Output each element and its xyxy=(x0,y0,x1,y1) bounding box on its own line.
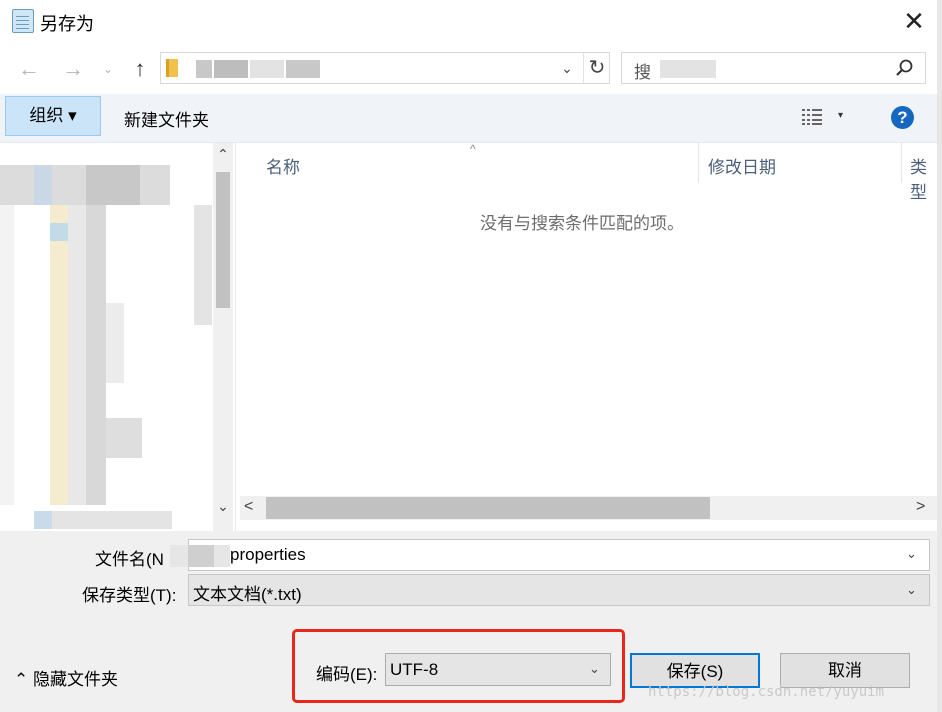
organize-button[interactable]: 组织 ▾ xyxy=(5,96,101,136)
close-button[interactable]: ✕ xyxy=(898,6,930,38)
nav-pane-redacted xyxy=(34,511,52,529)
column-header-type[interactable]: 类型 xyxy=(910,153,942,203)
search-redacted xyxy=(660,60,716,78)
watermark: https://blog.csdn.net/yuyuim xyxy=(648,684,885,700)
nav-pane-redacted xyxy=(0,165,170,205)
notepad-icon xyxy=(12,9,34,33)
nav-pane-redacted xyxy=(50,223,68,241)
back-arrow-icon[interactable]: ← xyxy=(16,56,42,82)
help-icon[interactable]: ? xyxy=(891,106,914,129)
nav-pane-redacted xyxy=(86,165,140,205)
filetype-label: 保存类型(T): xyxy=(82,586,177,605)
refresh-icon[interactable]: ↻ xyxy=(583,53,610,83)
address-redacted xyxy=(286,60,320,78)
scroll-up-icon[interactable]: ⌃ xyxy=(213,146,233,163)
nav-pane-redacted xyxy=(0,205,14,505)
empty-results-message: 没有与搜索条件匹配的项。 xyxy=(480,214,684,233)
filetype-value: 文本文档(*.txt) xyxy=(193,585,302,604)
new-folder-button[interactable]: 新建文件夹 xyxy=(124,106,209,131)
encoding-highlight-box xyxy=(292,629,625,703)
filename-dropdown-chevron-icon[interactable]: ⌄ xyxy=(906,546,917,562)
column-header-name[interactable]: 名称 xyxy=(266,153,300,178)
nav-scroll-thumb[interactable] xyxy=(216,172,230,308)
scroll-left-icon[interactable]: < xyxy=(244,498,253,516)
filename-value: properties xyxy=(230,545,306,564)
address-dropdown-chevron-icon[interactable]: ⌄ xyxy=(557,54,577,82)
background-window-edge xyxy=(937,0,942,712)
title-bar xyxy=(0,0,942,44)
nav-pane-redacted xyxy=(106,418,142,458)
window-title: 另存为 xyxy=(40,14,94,34)
column-separator[interactable] xyxy=(698,143,699,183)
search-placeholder: 搜 xyxy=(634,63,651,82)
nav-pane-redacted xyxy=(194,205,212,325)
address-redacted xyxy=(250,60,284,78)
nav-pane-redacted xyxy=(68,205,86,505)
address-redacted xyxy=(214,60,248,78)
search-icon[interactable] xyxy=(894,58,914,78)
nav-pane-redacted xyxy=(106,303,124,383)
nav-pane-redacted xyxy=(34,165,52,205)
column-header-date-modified[interactable]: 修改日期 xyxy=(708,153,776,178)
up-arrow-icon[interactable]: ↑ xyxy=(127,56,153,82)
filename-label: 文件名(N xyxy=(95,550,164,569)
folder-icon xyxy=(166,59,178,77)
save-button[interactable]: 保存(S) xyxy=(630,653,760,688)
address-redacted xyxy=(196,60,212,78)
view-options-icon[interactable] xyxy=(802,108,824,126)
scroll-right-icon[interactable]: > xyxy=(916,498,925,516)
scroll-down-icon[interactable]: ⌄ xyxy=(213,498,233,515)
filename-redacted xyxy=(188,545,214,567)
horizontal-scroll-thumb[interactable] xyxy=(266,497,710,519)
view-dropdown-arrow-icon[interactable]: ▾ xyxy=(838,110,843,121)
nav-pane-redacted xyxy=(86,205,106,505)
cancel-button[interactable]: 取消 xyxy=(780,653,910,688)
sort-ascending-icon: ^ xyxy=(470,142,476,156)
navigation-pane[interactable] xyxy=(0,143,236,531)
recent-locations-chevron-icon[interactable]: ⌄ xyxy=(100,56,116,82)
hide-folders-toggle[interactable]: ⌃ 隐藏文件夹 xyxy=(14,665,118,690)
filetype-dropdown-chevron-icon[interactable]: ⌄ xyxy=(906,582,917,598)
nav-pane-redacted xyxy=(52,511,172,529)
column-separator[interactable] xyxy=(901,143,902,183)
forward-arrow-icon[interactable]: → xyxy=(60,56,86,82)
nav-pane-redacted xyxy=(50,205,68,505)
